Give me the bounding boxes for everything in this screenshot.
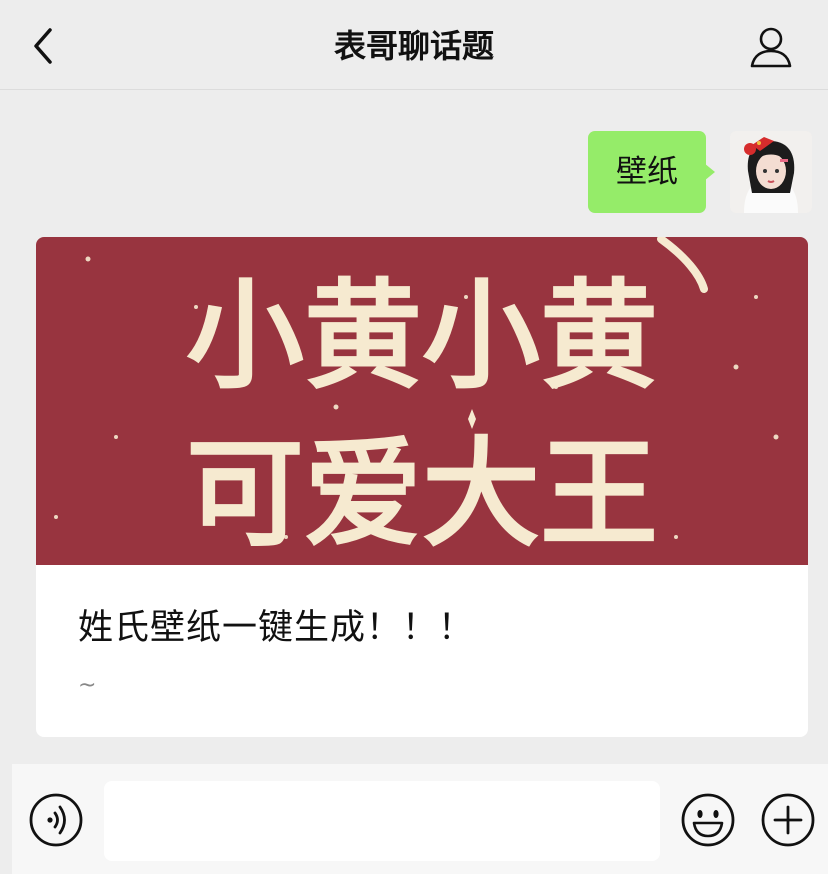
article-card[interactable]: 小黄小黄 可爱大王 姓氏壁纸一键生成！！！ ~ xyxy=(36,237,808,737)
chat-title: 表哥聊话题 xyxy=(333,27,494,65)
message-bubble[interactable]: 壁纸 xyxy=(588,131,706,213)
emoji-button[interactable] xyxy=(680,792,736,848)
card-subtitle: ~ xyxy=(78,673,97,698)
emoji-icon xyxy=(681,793,735,847)
chat-info-button[interactable] xyxy=(746,22,796,72)
more-button[interactable] xyxy=(760,792,816,848)
card-title: 姓氏壁纸一键生成！！！ xyxy=(78,608,475,648)
voice-icon xyxy=(29,793,83,847)
person-icon xyxy=(750,27,792,68)
message-input[interactable] xyxy=(104,781,660,861)
voice-button[interactable] xyxy=(28,792,84,848)
chat-header: 表哥聊话题 xyxy=(0,0,828,90)
bubble-tail xyxy=(704,163,715,181)
avatar-image xyxy=(730,131,812,213)
cover-line-1: 小黄小黄 xyxy=(186,267,658,405)
card-cover-image: 小黄小黄 可爱大王 xyxy=(36,237,808,565)
cover-line-2: 可爱大王 xyxy=(186,425,658,563)
user-avatar[interactable] xyxy=(730,131,812,213)
plus-icon xyxy=(761,793,815,847)
input-toolbar xyxy=(12,764,828,874)
